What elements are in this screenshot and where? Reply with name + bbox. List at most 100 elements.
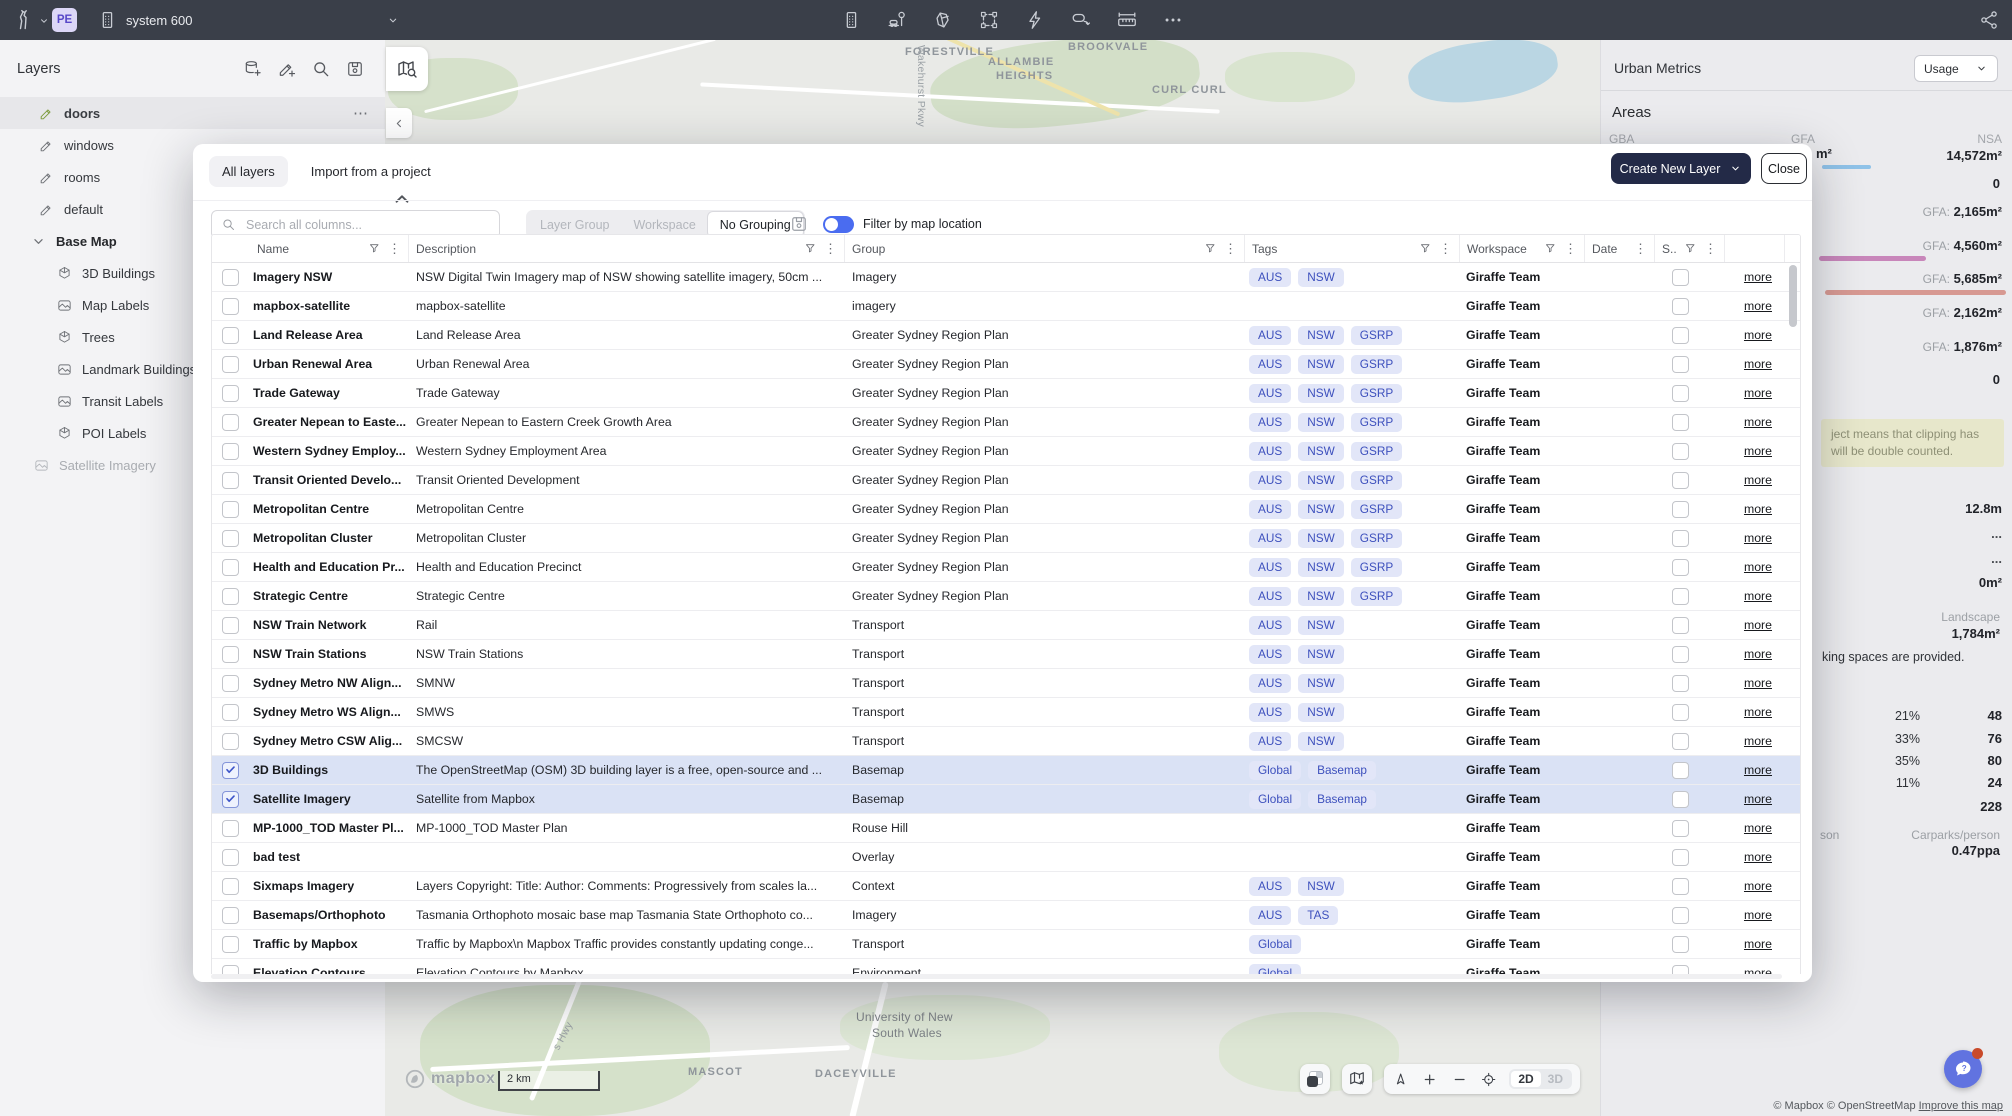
sidebar-item-doors[interactable]: doors⋯ bbox=[0, 97, 385, 129]
share-checkbox[interactable] bbox=[1672, 530, 1689, 547]
table-row[interactable]: Land Release AreaLand Release AreaGreate… bbox=[212, 321, 1800, 350]
save-view-icon[interactable] bbox=[345, 59, 365, 79]
filter-funnel-icon[interactable] bbox=[804, 242, 817, 255]
search-input[interactable] bbox=[244, 217, 490, 233]
share-checkbox[interactable] bbox=[1672, 327, 1689, 344]
row-checkbox[interactable] bbox=[222, 646, 239, 663]
column-menu-icon[interactable]: ⋮ bbox=[1224, 241, 1237, 257]
row-checkbox[interactable] bbox=[222, 559, 239, 576]
more-link[interactable]: more bbox=[1724, 415, 1784, 429]
toggle-3d[interactable]: 3D bbox=[1541, 1071, 1570, 1087]
share-checkbox[interactable] bbox=[1672, 936, 1689, 953]
share-checkbox[interactable] bbox=[1672, 704, 1689, 721]
row-checkbox[interactable] bbox=[222, 704, 239, 721]
row-checkbox[interactable] bbox=[222, 820, 239, 837]
map-legend-button[interactable] bbox=[386, 47, 428, 91]
share-checkbox[interactable] bbox=[1672, 965, 1689, 975]
item-menu-icon[interactable]: ⋯ bbox=[353, 104, 369, 122]
more-link[interactable]: more bbox=[1724, 618, 1784, 632]
giraffe-logo-icon[interactable] bbox=[12, 7, 36, 33]
draw-layer-icon[interactable] bbox=[277, 59, 297, 79]
table-row[interactable]: Transit Oriented Develo...Transit Orient… bbox=[212, 466, 1800, 495]
table-row[interactable]: NSW Train StationsNSW Train StationsTran… bbox=[212, 640, 1800, 669]
more-link[interactable]: more bbox=[1724, 879, 1784, 893]
more-link[interactable]: more bbox=[1724, 792, 1784, 806]
table-row[interactable]: Metropolitan CentreMetropolitan CentreGr… bbox=[212, 495, 1800, 524]
more-link[interactable]: more bbox=[1724, 676, 1784, 690]
share-checkbox[interactable] bbox=[1672, 617, 1689, 634]
row-checkbox[interactable] bbox=[222, 356, 239, 373]
column-menu-icon[interactable]: ⋮ bbox=[1564, 241, 1577, 257]
more-link[interactable]: more bbox=[1724, 502, 1784, 516]
table-row[interactable]: bad testOverlayGiraffe Teammore bbox=[212, 843, 1800, 872]
usage-select[interactable]: Usage bbox=[1914, 55, 1998, 82]
horizontal-scrollbar[interactable] bbox=[211, 974, 1782, 979]
share-checkbox[interactable] bbox=[1672, 385, 1689, 402]
more-link[interactable]: more bbox=[1724, 966, 1784, 974]
more-link[interactable]: more bbox=[1724, 734, 1784, 748]
table-scrollbar[interactable] bbox=[1789, 264, 1797, 970]
mapbox-logo[interactable]: mapbox bbox=[404, 1068, 495, 1090]
help-chat-button[interactable]: ? bbox=[1944, 1050, 1982, 1088]
share-checkbox[interactable] bbox=[1672, 501, 1689, 518]
table-row[interactable]: NSW Train NetworkRailTransportAUSNSWGira… bbox=[212, 611, 1800, 640]
save-filter-icon[interactable] bbox=[789, 214, 809, 234]
project-chevron-icon[interactable] bbox=[386, 14, 400, 27]
bolt-tool-icon[interactable] bbox=[1024, 9, 1046, 31]
table-row[interactable]: Sixmaps ImageryLayers Copyright: Title: … bbox=[212, 872, 1800, 901]
share-checkbox[interactable] bbox=[1672, 559, 1689, 576]
row-checkbox[interactable] bbox=[222, 414, 239, 431]
share-checkbox[interactable] bbox=[1672, 414, 1689, 431]
row-checkbox[interactable] bbox=[222, 530, 239, 547]
flow-tool-icon[interactable] bbox=[1070, 9, 1092, 31]
more-link[interactable]: more bbox=[1724, 444, 1784, 458]
share-checkbox[interactable] bbox=[1672, 762, 1689, 779]
column-menu-icon[interactable]: ⋮ bbox=[388, 241, 401, 257]
column-menu-icon[interactable]: ⋮ bbox=[824, 241, 837, 257]
filter-funnel-icon[interactable] bbox=[368, 242, 381, 255]
share-checkbox[interactable] bbox=[1672, 907, 1689, 924]
more-tool-icon[interactable] bbox=[1162, 9, 1184, 31]
more-link[interactable]: more bbox=[1724, 850, 1784, 864]
table-row[interactable]: Trade GatewayTrade GatewayGreater Sydney… bbox=[212, 379, 1800, 408]
table-row[interactable]: Greater Nepean to Easte...Greater Nepean… bbox=[212, 408, 1800, 437]
chevron-up-icon[interactable] bbox=[389, 186, 415, 212]
map-settings-button[interactable] bbox=[1342, 1064, 1372, 1094]
share-checkbox[interactable] bbox=[1672, 588, 1689, 605]
table-row[interactable]: Health and Education Pr...Health and Edu… bbox=[212, 553, 1800, 582]
more-link[interactable]: more bbox=[1724, 705, 1784, 719]
filter-funnel-icon[interactable] bbox=[1684, 242, 1697, 255]
share-checkbox[interactable] bbox=[1672, 356, 1689, 373]
share-checkbox[interactable] bbox=[1672, 298, 1689, 315]
table-row[interactable]: 3D BuildingsThe OpenStreetMap (OSM) 3D b… bbox=[212, 756, 1800, 785]
row-checkbox[interactable] bbox=[222, 588, 239, 605]
more-link[interactable]: more bbox=[1724, 908, 1784, 922]
row-checkbox[interactable] bbox=[222, 327, 239, 344]
compass-icon[interactable] bbox=[1392, 1070, 1409, 1089]
column-menu-icon[interactable]: ⋮ bbox=[1704, 241, 1717, 257]
row-checkbox[interactable] bbox=[222, 472, 239, 489]
share-checkbox[interactable] bbox=[1672, 878, 1689, 895]
logo-chevron-icon[interactable] bbox=[38, 14, 50, 26]
filter-by-map-location-toggle[interactable] bbox=[823, 216, 854, 233]
table-row[interactable]: Sydney Metro WS Align...SMWSTransportAUS… bbox=[212, 698, 1800, 727]
share-icon[interactable] bbox=[1978, 9, 2000, 31]
more-link[interactable]: more bbox=[1724, 357, 1784, 371]
row-checkbox[interactable] bbox=[222, 733, 239, 750]
more-link[interactable]: more bbox=[1724, 531, 1784, 545]
table-row[interactable]: MP-1000_TOD Master Pl...MP-1000_TOD Mast… bbox=[212, 814, 1800, 843]
zoom-in-icon[interactable] bbox=[1421, 1070, 1438, 1089]
share-checkbox[interactable] bbox=[1672, 849, 1689, 866]
table-row[interactable]: Sydney Metro CSW Alig...SMCSWTransportAU… bbox=[212, 727, 1800, 756]
table-row[interactable]: mapbox-satellitemapbox-satelliteimageryG… bbox=[212, 292, 1800, 321]
table-row[interactable]: Sydney Metro NW Align...SMNWTransportAUS… bbox=[212, 669, 1800, 698]
more-link[interactable]: more bbox=[1724, 473, 1784, 487]
column-menu-icon[interactable]: ⋮ bbox=[1439, 241, 1452, 257]
extrude-tool-icon[interactable] bbox=[932, 9, 954, 31]
row-checkbox[interactable] bbox=[222, 675, 239, 692]
measure-tool-icon[interactable] bbox=[1116, 9, 1138, 31]
collapse-panel-button[interactable] bbox=[386, 108, 412, 138]
search-layers-icon[interactable] bbox=[311, 59, 331, 79]
table-row[interactable]: Imagery NSWNSW Digital Twin Imagery map … bbox=[212, 263, 1800, 292]
row-checkbox[interactable] bbox=[222, 385, 239, 402]
